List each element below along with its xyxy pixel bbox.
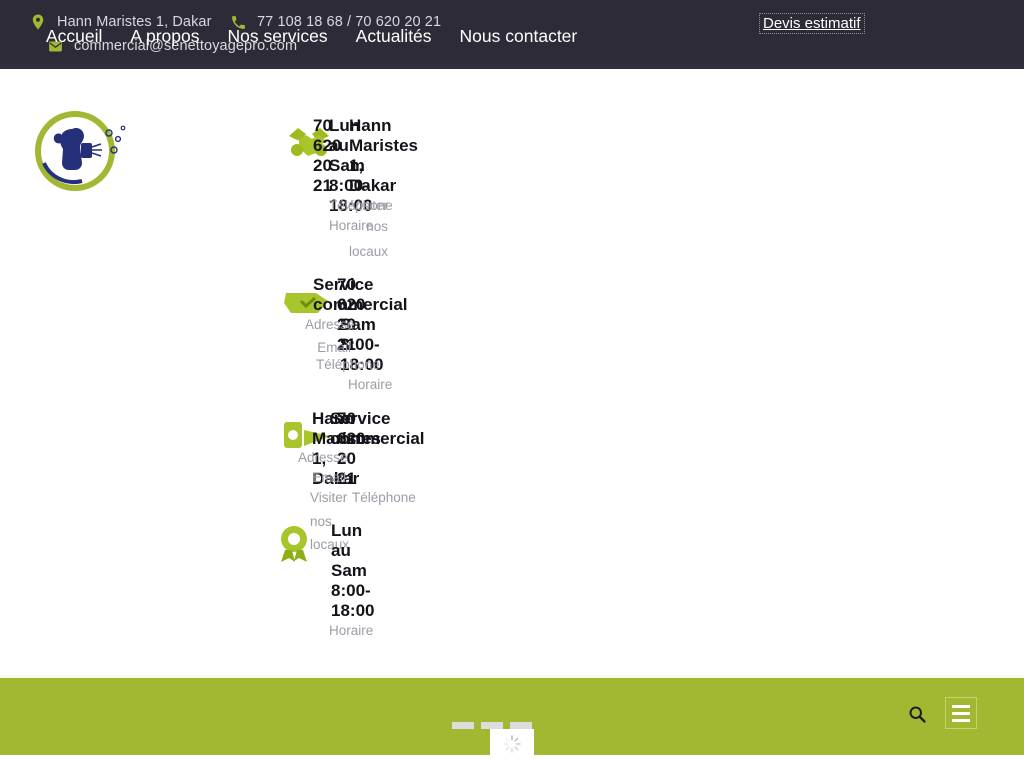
- top-bar-strip: [0, 63, 1024, 69]
- nav-item-actualites[interactable]: Actualités: [356, 26, 432, 47]
- hours-line: 18:00: [331, 601, 375, 620]
- label-email: Email: [312, 470, 346, 485]
- label-telephone: Téléphone: [352, 490, 416, 505]
- burger-bar: [952, 718, 970, 722]
- placeholder-bar: [481, 722, 503, 729]
- loading-spinner-icon: [503, 735, 521, 753]
- hours-line: Sam: [331, 561, 367, 580]
- label-adresse: Adresse: [298, 450, 348, 465]
- burger-bar: [952, 711, 970, 715]
- address-line: Maristes: [349, 136, 418, 155]
- placeholder-bar: [452, 722, 474, 729]
- phone-line: 620: [337, 429, 366, 448]
- phone-line: 70: [337, 275, 356, 294]
- label-nos: nos: [366, 219, 388, 234]
- label-telephone: Téléphone: [316, 357, 380, 372]
- footer-top-divider: [0, 675, 1024, 678]
- map-marker-icon: [28, 12, 48, 32]
- label-adresse: Adresse: [305, 317, 355, 332]
- phone-line: 70: [337, 409, 356, 428]
- label-visiter: Visiter: [310, 490, 348, 505]
- hours-line: au: [331, 541, 351, 560]
- search-icon[interactable]: [906, 703, 928, 725]
- address-line: Hann: [349, 116, 392, 135]
- nav-item-a-propos[interactable]: A propos: [130, 26, 199, 47]
- nav-item-accueil[interactable]: Accueil: [46, 26, 102, 47]
- main-navigation: Accueil A propos Nos services Actualités…: [46, 26, 577, 47]
- placeholder-bar: [510, 722, 532, 729]
- hours-stack-c: Lun au Sam 8:00- 18:00: [331, 521, 391, 621]
- hamburger-menu-icon[interactable]: [945, 697, 977, 729]
- label-visiter: Visiter: [350, 198, 388, 213]
- address-stack-a: Hann Maristes 1, Dakar: [349, 116, 421, 196]
- label-horaire: Horaire: [329, 623, 374, 638]
- nav-item-nos-services[interactable]: Nos services: [228, 26, 328, 47]
- label-horaire: Horaire: [348, 377, 393, 392]
- nav-item-nous-contacter[interactable]: Nous contacter: [460, 26, 578, 47]
- hours-line: Lun: [331, 521, 363, 540]
- hours-line: 8:00-: [331, 581, 371, 600]
- label-locaux: locaux: [348, 244, 388, 259]
- burger-bar: [952, 704, 970, 708]
- devis-estimatif-link[interactable]: Devis estimatif: [759, 13, 865, 34]
- site-logo[interactable]: [30, 103, 140, 195]
- phone-line: 620: [337, 295, 366, 314]
- address-line: 1,: [349, 156, 364, 175]
- address-line: Dakar: [349, 176, 397, 195]
